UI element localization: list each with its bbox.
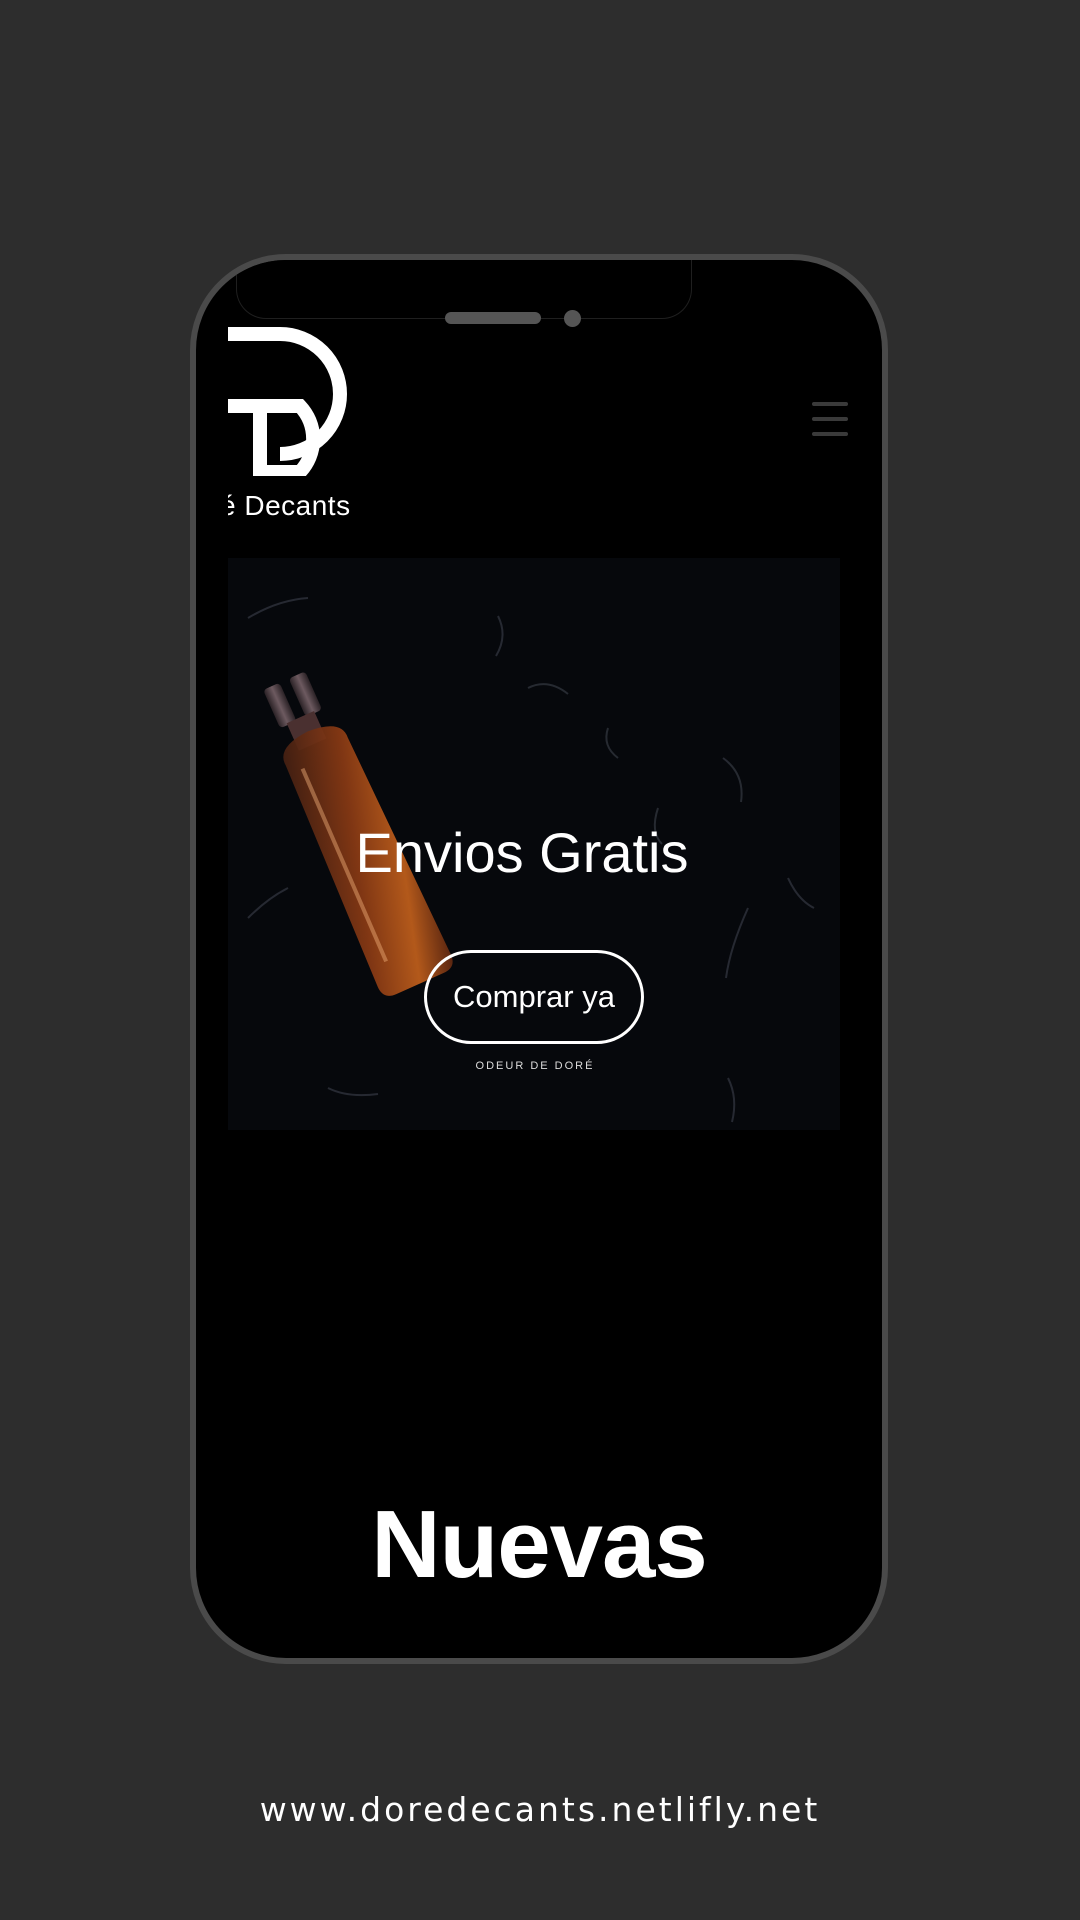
hero-tagline: ODEUR DE DORÉ	[475, 1060, 595, 1072]
phone-speaker	[445, 312, 541, 324]
dd-monogram-logo[interactable]	[228, 316, 348, 481]
hero-banner: Envios Gratis Comprar ya ODEUR DE DORÉ	[228, 558, 840, 1130]
phone-mockup: é Decants Envios Gratis Comprar ya ODEUR…	[190, 254, 888, 1664]
website-screen: é Decants Envios Gratis Comprar ya ODEUR…	[228, 290, 850, 1588]
logo-icon	[228, 327, 347, 479]
hamburger-menu-icon[interactable]	[812, 398, 848, 440]
phone-camera	[564, 310, 581, 327]
phone-notch	[236, 260, 692, 319]
brand-name: é Decants	[228, 490, 351, 521]
hero-title: Envios Gratis	[355, 821, 689, 884]
buy-now-button[interactable]: Comprar ya	[424, 950, 644, 1044]
site-url: www.doredecants.netlifly.net	[259, 1790, 821, 1829]
new-arrivals-heading: Nuevas	[371, 1491, 708, 1588]
